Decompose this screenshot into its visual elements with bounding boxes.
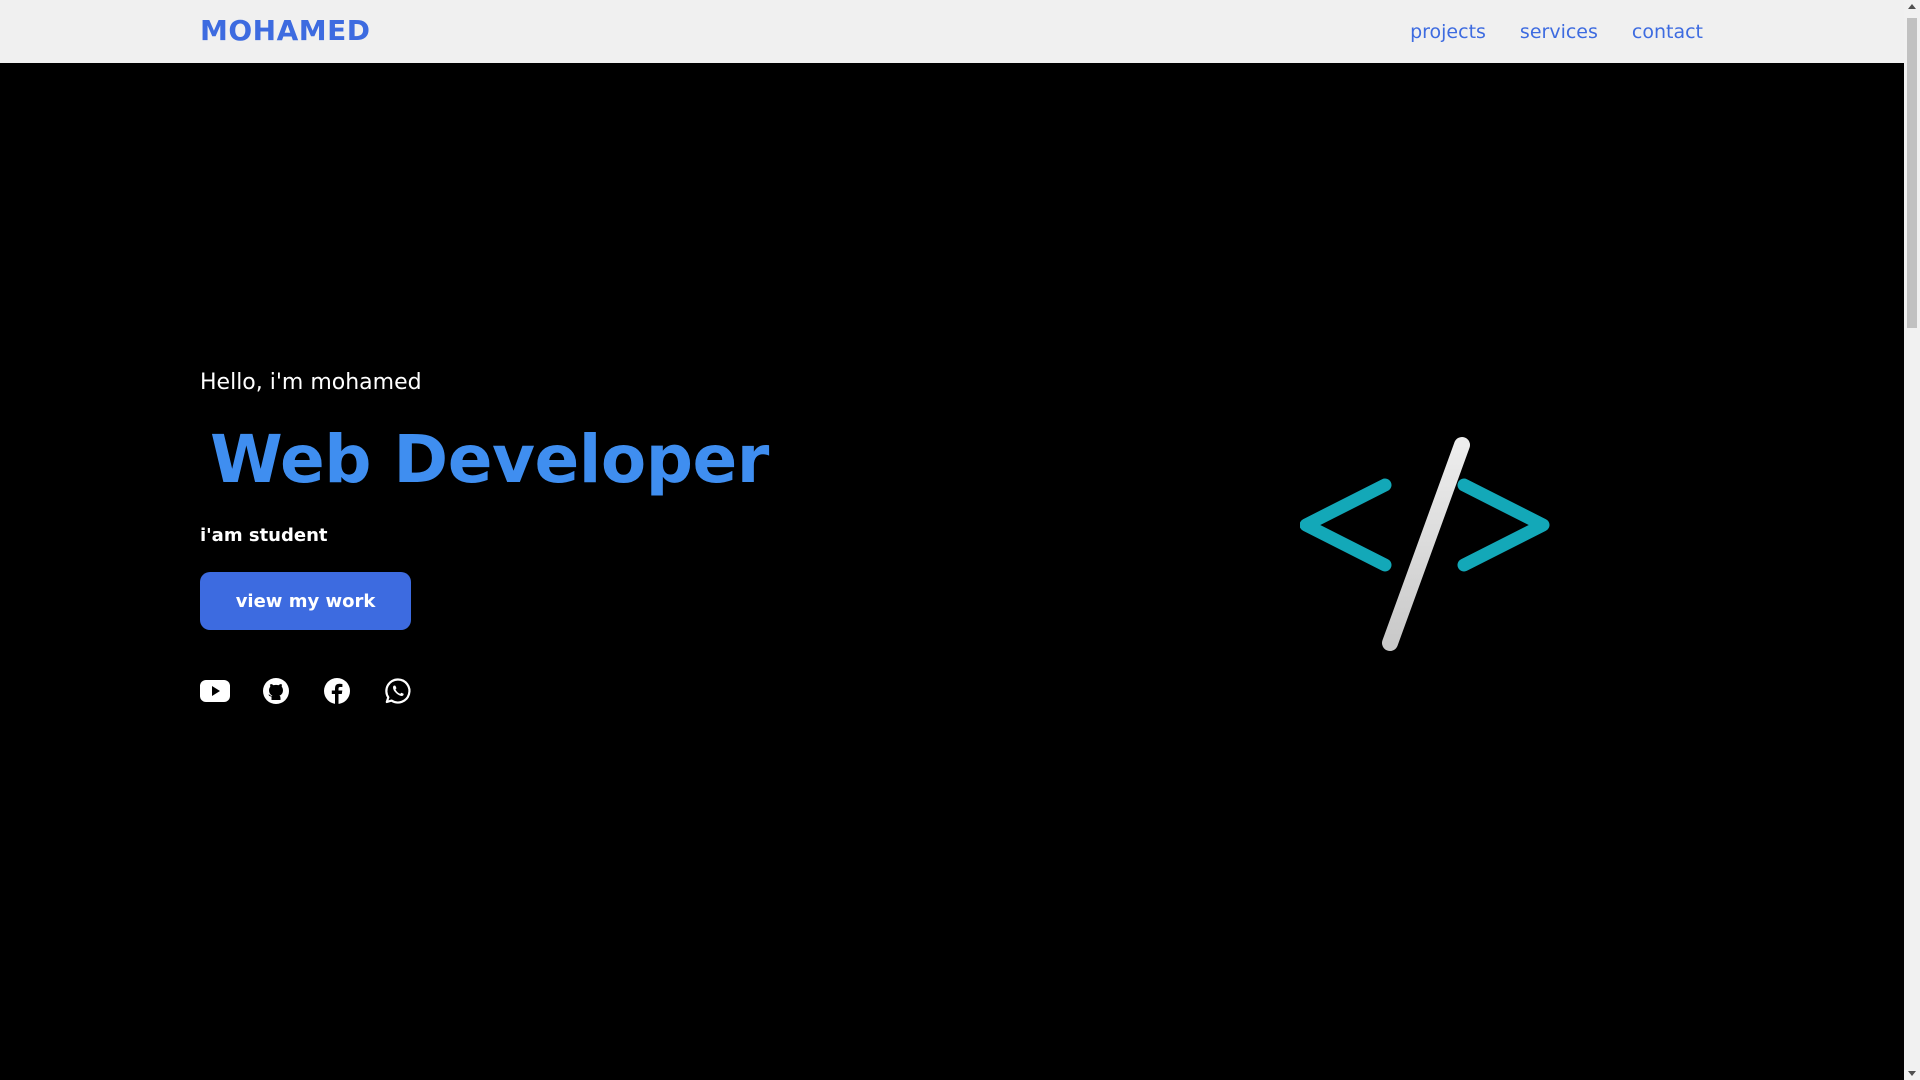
whatsapp-icon[interactable] — [383, 676, 413, 706]
scroll-down-arrow-icon[interactable] — [1908, 1071, 1916, 1076]
hero-role-title: Web Developer — [210, 421, 769, 498]
nav-links: projects services contact — [1410, 19, 1703, 45]
code-brackets-icon — [1299, 435, 1550, 665]
hero-subtitle: i'am student — [200, 525, 328, 546]
youtube-icon[interactable] — [200, 676, 230, 706]
scroll-up-arrow-icon[interactable] — [1908, 4, 1916, 9]
hero-section: Hello, i'm mohamed Web Developer i'am st… — [0, 63, 1904, 1080]
site-logo[interactable]: MOHAMED — [200, 12, 371, 50]
scroll-thumb[interactable] — [1907, 18, 1917, 328]
nav-link-services[interactable]: services — [1520, 19, 1598, 45]
navbar: MOHAMED projects services contact — [0, 0, 1904, 63]
nav-link-projects[interactable]: projects — [1410, 19, 1486, 45]
facebook-icon[interactable] — [322, 676, 352, 706]
page-scrollbar[interactable] — [1904, 0, 1920, 1080]
nav-link-contact[interactable]: contact — [1632, 19, 1703, 45]
social-links — [200, 676, 413, 706]
hero-greeting: Hello, i'm mohamed — [200, 370, 422, 395]
view-my-work-button[interactable]: view my work — [200, 572, 411, 630]
github-icon[interactable] — [261, 676, 291, 706]
